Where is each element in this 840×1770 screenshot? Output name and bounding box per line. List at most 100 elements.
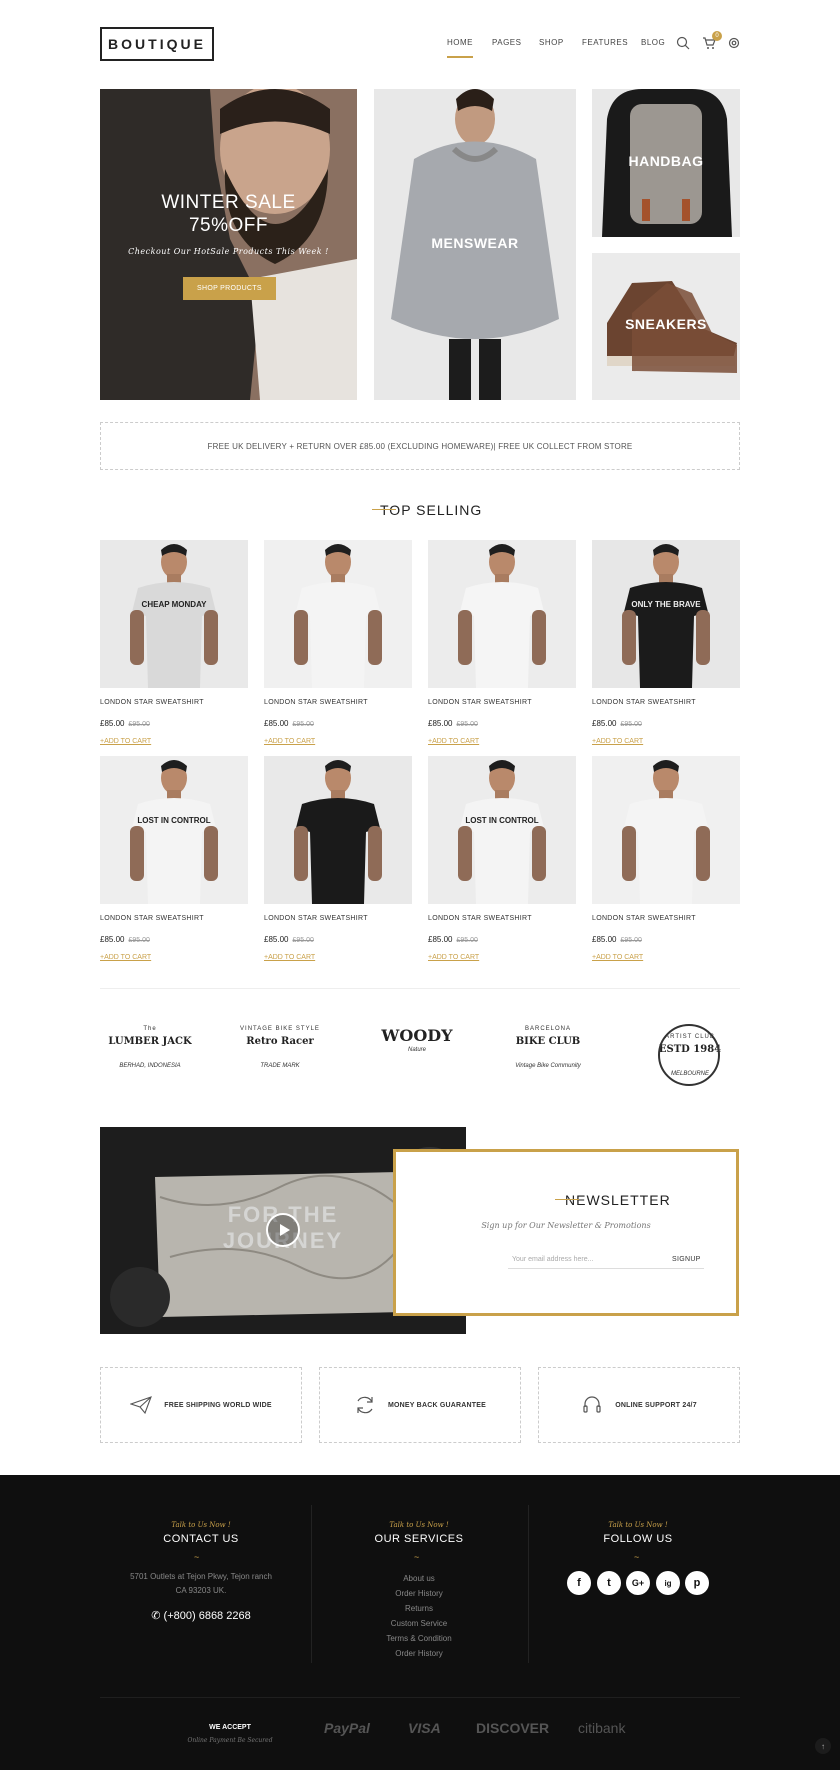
add-to-cart-link[interactable]: +ADD TO CART — [264, 954, 412, 961]
shirt-print-text: LOST IN CONTROL — [465, 816, 539, 825]
product-image[interactable] — [428, 540, 576, 688]
brand-main-text: Retro Racer — [246, 1036, 314, 1047]
product-price: £85.00 — [592, 935, 617, 944]
product-old-price: £95.00 — [292, 937, 314, 944]
play-button[interactable] — [266, 1213, 300, 1247]
facebook-icon[interactable]: f — [567, 1571, 591, 1595]
product-price: £85.00 — [264, 719, 289, 728]
brand-main-text: BIKE CLUB — [515, 1036, 581, 1047]
title-accent-line — [555, 1199, 579, 1200]
shirt-print-text: CHEAP MONDAY — [141, 600, 207, 609]
sneakers-banner[interactable]: SNEAKERS — [592, 253, 740, 400]
add-to-cart-link[interactable]: +ADD TO CART — [100, 738, 248, 745]
footer-divider — [100, 1697, 740, 1698]
product-image[interactable] — [592, 756, 740, 904]
brand-top-text: The — [143, 1026, 157, 1032]
product-name[interactable]: LONDON STAR SWEATSHIRT — [264, 915, 412, 922]
menswear-banner[interactable]: MENSWEAR — [374, 89, 576, 400]
product-old-price: £95.00 — [128, 721, 150, 728]
product-name[interactable]: LONDON STAR SWEATSHIRT — [428, 915, 576, 922]
add-to-cart-link[interactable]: +ADD TO CART — [592, 954, 740, 961]
add-to-cart-link[interactable]: +ADD TO CART — [100, 954, 248, 961]
newsletter-box — [393, 1149, 739, 1316]
instagram-icon[interactable]: ig — [656, 1571, 680, 1595]
contact-title: CONTACT US — [163, 1533, 239, 1545]
hero-title-line2: 75%OFF — [188, 215, 269, 236]
product-card[interactable]: LONDON STAR SWEATSHIRT £85.00 £95.00 +ADD T… — [428, 540, 576, 745]
services-script: Talk to Us Now ! — [389, 1521, 449, 1529]
add-to-cart-link[interactable]: +ADD TO CART — [428, 738, 576, 745]
newsletter-email-input[interactable]: Your email address here... — [512, 1256, 593, 1263]
brand-logo[interactable]: VINTAGE BIKE STYLE Retro Racer TRADE MARK — [230, 1022, 330, 1092]
footer-link-custom-service[interactable]: Custom Service — [319, 1619, 519, 1628]
nav-blog[interactable]: BLOG — [641, 38, 665, 47]
nav-pages[interactable]: PAGES — [492, 38, 521, 47]
search-icon[interactable] — [676, 36, 690, 50]
add-to-cart-link[interactable]: +ADD TO CART — [264, 738, 412, 745]
product-name[interactable]: LONDON STAR SWEATSHIRT — [264, 699, 412, 706]
product-image[interactable] — [264, 756, 412, 904]
paper-plane-icon — [130, 1396, 153, 1414]
product-card[interactable]: LOST IN CONTROL LONDON STAR SWEATSHIRT £85… — [100, 756, 248, 961]
paypal-logo: PayPal — [324, 1720, 370, 1736]
product-name[interactable]: LONDON STAR SWEATSHIRT — [592, 699, 740, 706]
product-card[interactable]: ONLY THE BRAVE LONDON STAR SWEATSHIRT £85.… — [592, 540, 740, 745]
top-selling-title: TOP SELLING — [372, 502, 482, 518]
product-card[interactable]: LONDON STAR SWEATSHIRT £85.00 £95.00 +ADD T… — [592, 756, 740, 961]
product-image[interactable]: LOST IN CONTROL — [100, 756, 248, 904]
product-name[interactable]: LONDON STAR SWEATSHIRT — [100, 915, 248, 922]
pinterest-icon[interactable]: p — [685, 1571, 709, 1595]
brand-logo[interactable]: WOODY Nature — [367, 1022, 467, 1092]
product-card[interactable]: LONDON STAR SWEATSHIRT £85.00 £95.00 +ADD T… — [264, 756, 412, 961]
add-to-cart-link[interactable]: +ADD TO CART — [592, 738, 740, 745]
brand-main-text: WOODY — [381, 1026, 453, 1045]
footer-link-terms[interactable]: Terms & Condition — [319, 1634, 519, 1643]
site-logo[interactable]: BOUTIQUE — [100, 27, 214, 61]
nav-home[interactable]: HOME — [447, 38, 473, 58]
product-old-price: £95.00 — [128, 937, 150, 944]
brand-logo[interactable]: BARCELONA BIKE CLUB Vintage Bike Community — [498, 1022, 598, 1092]
footer-link-about[interactable]: About us — [319, 1574, 519, 1583]
footer-link-order-history-2[interactable]: Order History — [319, 1649, 519, 1658]
brand-logo[interactable]: ARTIST CLUB ESTD 1984 MELBOURNE — [640, 1022, 740, 1092]
newsletter-input-underline — [508, 1268, 704, 1269]
footer-divider — [311, 1505, 312, 1663]
brand-main-text: LUMBER JACK — [108, 1036, 192, 1047]
newsletter-signup-button[interactable]: SIGNUP — [672, 1256, 701, 1263]
gear-icon[interactable] — [727, 36, 741, 50]
product-price-row: £85.00 £95.00 — [428, 713, 576, 731]
google-plus-icon[interactable]: G+ — [626, 1571, 650, 1595]
nav-shop[interactable]: SHOP — [539, 38, 564, 47]
product-image[interactable]: ONLY THE BRAVE — [592, 540, 740, 688]
we-accept-subtitle: Online Payment Be Secured — [187, 1737, 273, 1744]
hero-banner[interactable]: WINTER SALE 75%OFF Checkout Our HotSale … — [100, 89, 357, 400]
brand-logo[interactable]: The LUMBER JACK BERHAD, INDONESIA — [100, 1022, 200, 1092]
product-card[interactable]: LOST IN CONTROL LONDON STAR SWEATSHIRT £85… — [428, 756, 576, 961]
product-name[interactable]: LONDON STAR SWEATSHIRT — [592, 915, 740, 922]
product-card[interactable]: LONDON STAR SWEATSHIRT £85.00 £95.00 +ADD T… — [264, 540, 412, 745]
nav-features[interactable]: FEATURES — [582, 38, 628, 47]
shop-products-button[interactable]: SHOP PRODUCTS — [183, 277, 276, 300]
product-name[interactable]: LONDON STAR SWEATSHIRT — [100, 699, 248, 706]
contact-phone[interactable]: ✆ (+800) 6868 2268 — [101, 1609, 301, 1622]
twitter-icon[interactable]: t — [597, 1571, 621, 1595]
arrow-up-icon: ↑ — [821, 1741, 825, 1751]
delivery-text: FREE UK DELIVERY + RETURN OVER £85.00 (E… — [207, 441, 633, 451]
hero-subtitle: Checkout Our HotSale Products This Week … — [128, 247, 329, 256]
newsletter-subtitle: Sign up for Our Newsletter & Promotions — [481, 1221, 651, 1230]
back-to-top-button[interactable]: ↑ — [815, 1738, 831, 1754]
product-card[interactable]: CHEAP MONDAY LONDON STAR SWEATSHIRT £85.00… — [100, 540, 248, 745]
add-to-cart-link[interactable]: +ADD TO CART — [428, 954, 576, 961]
contact-address-2: CA 93203 UK. — [175, 1586, 227, 1595]
product-image[interactable] — [264, 540, 412, 688]
wave-ornament-icon: ~ — [634, 1552, 640, 1562]
cart-count-badge: 0 — [712, 31, 722, 41]
product-image[interactable]: LOST IN CONTROL — [428, 756, 576, 904]
footer-link-returns[interactable]: Returns — [319, 1604, 519, 1613]
product-image[interactable]: CHEAP MONDAY — [100, 540, 248, 688]
feature-money-back: MONEY BACK GUARANTEE — [319, 1367, 521, 1443]
product-price: £85.00 — [428, 935, 453, 944]
handbag-banner[interactable]: HANDBAG — [592, 89, 740, 237]
product-name[interactable]: LONDON STAR SWEATSHIRT — [428, 699, 576, 706]
footer-link-order-history[interactable]: Order History — [319, 1589, 519, 1598]
